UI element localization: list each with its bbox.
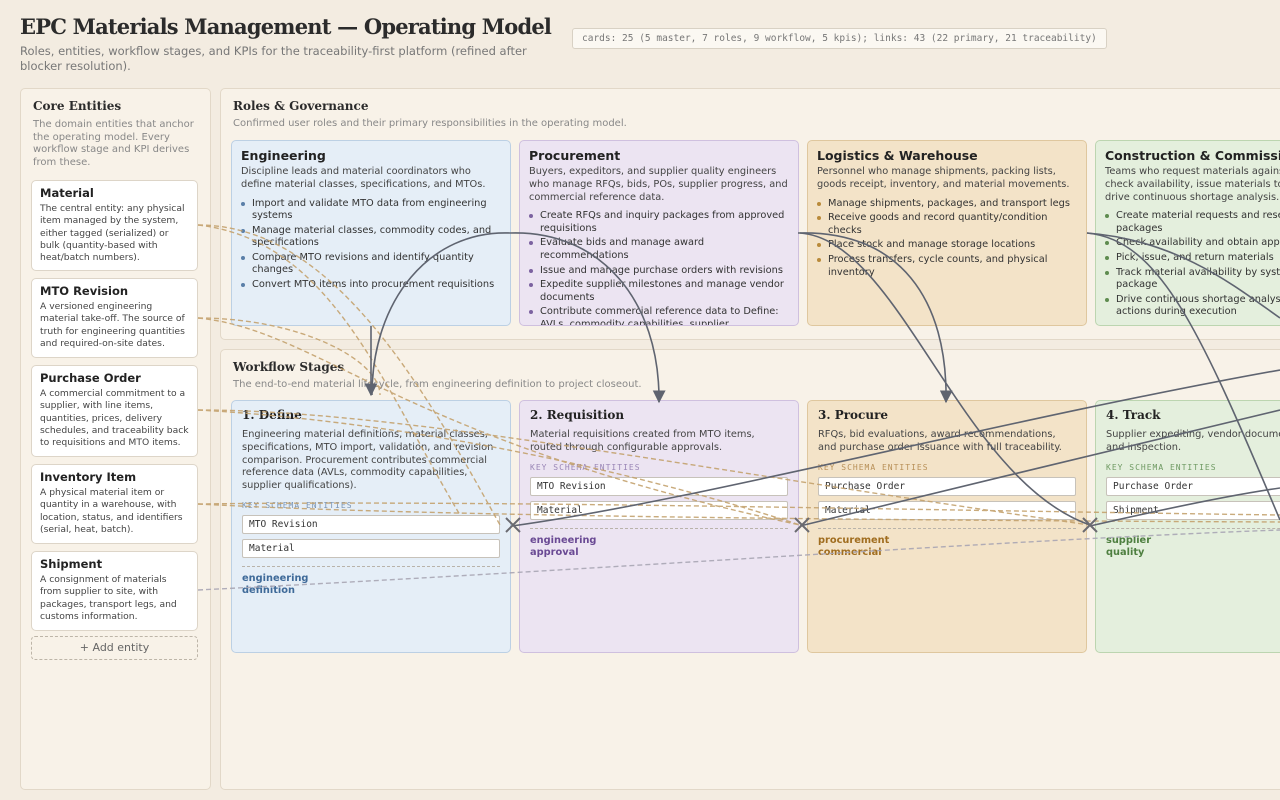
stage-name: 1. Define [242, 408, 302, 422]
responsibility-item: Expedite supplier milestones and manage … [529, 279, 789, 304]
entity-card-mto-revision[interactable]: MTO Revision A versioned engineering mat… [31, 278, 198, 358]
stage-card-define[interactable]: 1. Define Engineering material definitio… [231, 400, 511, 653]
stage-divider [818, 527, 1076, 529]
page-title: EPC Materials Management — Operating Mod… [20, 14, 552, 39]
role-description: Discipline leads and material coordinato… [241, 166, 486, 190]
roles-panel-description: Confirmed user roles and their primary r… [233, 118, 627, 129]
schema-entity-chip[interactable]: Material [530, 500, 788, 520]
schema-entity-chip[interactable]: Material [242, 538, 500, 558]
schema-label: KEY SCHEMA ENTITIES [1106, 462, 1217, 472]
page-subtitle: Roles, entities, workflow stages, and KP… [20, 44, 527, 73]
role-responsibilities: Create RFQs and inquiry packages from ap… [529, 210, 789, 325]
responsibility-item: Evaluate bids and manage award recommend… [529, 237, 789, 262]
entity-card-purchase-order[interactable]: Purchase Order A commercial commitment t… [31, 365, 198, 457]
schema-entity-chip[interactable]: Shipment [1106, 500, 1280, 520]
stage-divider [242, 565, 500, 567]
add-entity-button[interactable]: + Add entity [31, 636, 198, 660]
schema-label: KEY SCHEMA ENTITIES [818, 462, 929, 472]
responsibility-item: Import and validate MTO data from engine… [241, 198, 501, 223]
responsibility-item: Compare MTO revisions and identify quant… [241, 252, 501, 277]
responsibility-item: Check availability and obtain approvals [1105, 237, 1280, 249]
responsibility-item: Issue and manage purchase orders with re… [529, 265, 789, 277]
role-description: Buyers, expeditors, and supplier quality… [529, 166, 788, 203]
role-responsibilities: Manage shipments, packages, and transpor… [817, 198, 1077, 279]
entity-name: Material [40, 186, 94, 200]
role-responsibilities: Import and validate MTO data from engine… [241, 198, 501, 292]
role-responsibilities: Create material requests and reserve sto… [1105, 210, 1280, 318]
stage-tag: supplier [1106, 534, 1152, 546]
responsibility-item: Create RFQs and inquiry packages from ap… [529, 210, 789, 235]
stage-tag: engineering [242, 572, 309, 584]
role-name: Logistics & Warehouse [817, 148, 978, 163]
stage-tag: quality [1106, 546, 1145, 558]
responsibility-item: Contribute commercial reference data to … [529, 306, 789, 325]
stage-name: 4. Track [1106, 408, 1161, 422]
schema-entity-chip[interactable]: Purchase Order [1106, 476, 1280, 496]
entity-description: A physical material item or quantity in … [40, 487, 183, 535]
stage-divider [1106, 527, 1280, 529]
entity-name: Inventory Item [40, 470, 137, 484]
schema-label: KEY SCHEMA ENTITIES [242, 500, 353, 510]
entity-name: MTO Revision [40, 284, 129, 298]
stage-card-procure[interactable]: 3. Procure RFQs, bid evaluations, award … [807, 400, 1087, 653]
stage-tag: engineering [530, 534, 597, 546]
responsibility-item: Pick, issue, and return materials [1105, 252, 1280, 264]
stage-description: Engineering material definitions, materi… [242, 429, 494, 492]
responsibility-item: Convert MTO items into procurement requi… [241, 279, 501, 291]
workflow-panel-title: Workflow Stages [233, 360, 345, 374]
entity-card-material[interactable]: Material The central entity: any physica… [31, 180, 198, 271]
role-name: Engineering [241, 148, 326, 163]
stats-badge: cards: 25 (5 master, 7 roles, 9 workflow… [572, 28, 1107, 49]
entity-description: A versioned engineering material take-of… [40, 301, 185, 349]
stage-name: 3. Procure [818, 408, 889, 422]
schema-entity-chip[interactable]: MTO Revision [530, 476, 788, 496]
role-card-logistics-warehouse[interactable]: Logistics & Warehouse Personnel who mana… [807, 140, 1087, 326]
entity-description: A consignment of materials from supplier… [40, 574, 177, 622]
schema-entity-chip[interactable]: Material [818, 500, 1076, 520]
schema-entity-chip[interactable]: MTO Revision [242, 514, 500, 534]
entity-card-shipment[interactable]: Shipment A consignment of materials from… [31, 551, 198, 631]
responsibility-item: Drive continuous shortage analysis and m… [1105, 294, 1280, 319]
responsibility-item: Manage material classes, commodity codes… [241, 225, 501, 250]
responsibility-item: Place stock and manage storage locations [817, 239, 1077, 251]
role-description: Teams who request materials against work… [1105, 166, 1280, 203]
entities-panel: Core Entities The domain entities that a… [20, 88, 211, 790]
role-description: Personnel who manage shipments, packing … [817, 166, 1070, 190]
entity-name: Shipment [40, 557, 103, 571]
schema-label: KEY SCHEMA ENTITIES [530, 462, 641, 472]
stage-tag: procurement [818, 534, 890, 546]
role-name: Construction & Commissioning [1105, 148, 1280, 163]
schema-entity-chip[interactable]: Purchase Order [818, 476, 1076, 496]
responsibility-item: Receive goods and record quantity/condit… [817, 212, 1077, 237]
responsibility-item: Manage shipments, packages, and transpor… [817, 198, 1077, 210]
entity-name: Purchase Order [40, 371, 141, 385]
stage-description: Material requisitions created from MTO i… [530, 429, 755, 453]
role-card-engineering[interactable]: Engineering Discipline leads and materia… [231, 140, 511, 326]
entity-description: A commercial commitment to a supplier, w… [40, 388, 189, 449]
stage-name: 2. Requisition [530, 408, 625, 422]
stage-tag: commercial [818, 546, 882, 558]
responsibility-item: Create material requests and reserve sto… [1105, 210, 1280, 235]
stage-card-track[interactable]: 4. Track Supplier expediting, vendor doc… [1095, 400, 1280, 653]
stage-divider [530, 527, 788, 529]
role-card-procurement[interactable]: Procurement Buyers, expeditors, and supp… [519, 140, 799, 326]
role-card-construction-commissioning[interactable]: Construction & Commissioning Teams who r… [1095, 140, 1280, 326]
stage-tag: definition [242, 584, 295, 596]
workflow-panel-description: The end-to-end material lifecycle, from … [233, 379, 642, 390]
entity-card-inventory-item[interactable]: Inventory Item A physical material item … [31, 464, 198, 544]
responsibility-item: Process transfers, cycle counts, and phy… [817, 254, 1077, 279]
stage-tag: approval [530, 546, 579, 558]
responsibility-item: Track material availability by system an… [1105, 267, 1280, 292]
stage-description: RFQs, bid evaluations, award recommendat… [818, 429, 1062, 453]
roles-panel-title: Roles & Governance [233, 99, 369, 113]
entities-panel-title: Core Entities [33, 99, 122, 113]
stage-card-requisition[interactable]: 2. Requisition Material requisitions cre… [519, 400, 799, 653]
stage-description: Supplier expediting, vendor document sur… [1106, 429, 1280, 453]
entity-description: The central entity: any physical item ma… [40, 203, 185, 264]
entities-panel-description: The domain entities that anchor the oper… [33, 119, 194, 168]
role-name: Procurement [529, 148, 621, 163]
